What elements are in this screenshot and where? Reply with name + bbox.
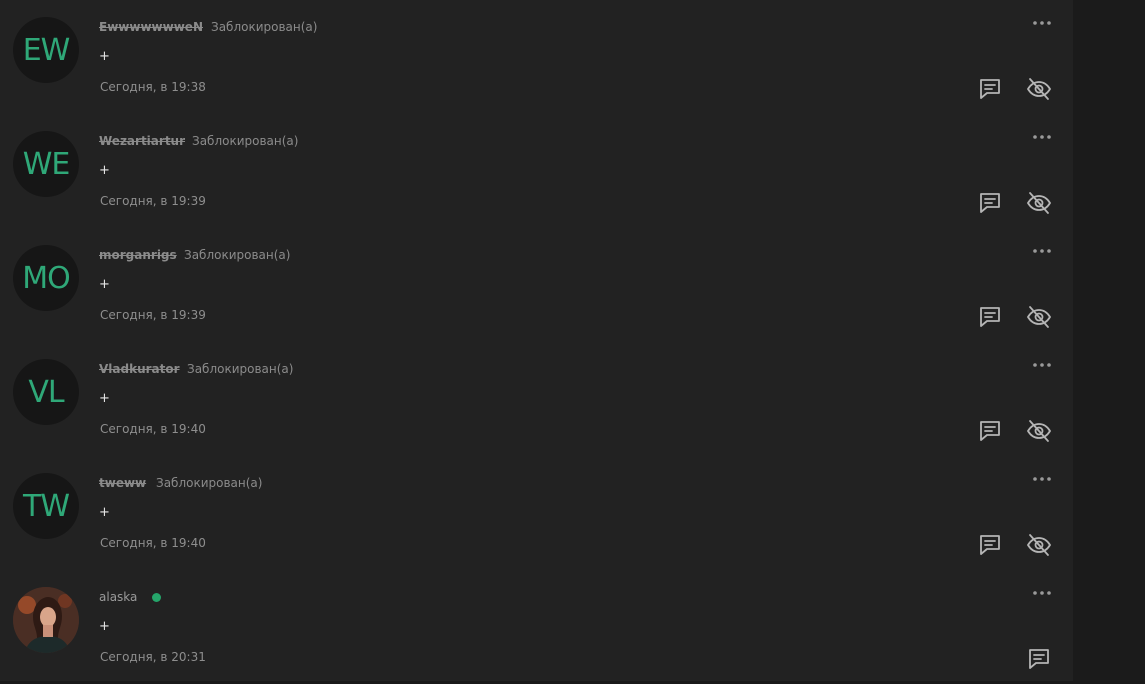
reply-comment-icon[interactable] — [977, 190, 1003, 216]
more-dots-icon[interactable] — [1030, 243, 1054, 259]
reply-comment-icon[interactable] — [977, 76, 1003, 102]
blocked-status: Заблокирован(а) — [156, 476, 263, 490]
blocked-status: Заблокирован(а) — [211, 20, 318, 34]
eye-off-icon[interactable] — [1026, 304, 1052, 330]
comment-text: + — [99, 505, 110, 520]
more-dots-icon[interactable] — [1030, 15, 1054, 31]
comment-text: + — [99, 49, 110, 64]
avatar[interactable]: WE — [13, 131, 79, 197]
comment-text: + — [99, 619, 110, 634]
author-name[interactable]: morganrigs — [99, 248, 177, 262]
comment-item: MO morganrigs Заблокирован(а) + Сегодня,… — [0, 228, 1073, 342]
comment-item: VL Vladkurator Заблокирован(а) + Сегодня… — [0, 342, 1073, 456]
eye-off-icon[interactable] — [1026, 532, 1052, 558]
author-name[interactable]: alaska — [99, 590, 137, 604]
comment-time[interactable]: Сегодня, в 20:31 — [100, 650, 206, 664]
avatar[interactable]: EW — [13, 17, 79, 83]
more-dots-icon[interactable] — [1030, 129, 1054, 145]
blocked-status: Заблокирован(а) — [192, 134, 299, 148]
avatar-initials: TW — [23, 488, 70, 524]
side-area — [1073, 0, 1145, 681]
comment-time[interactable]: Сегодня, в 19:39 — [100, 194, 206, 208]
comments-panel: EW EwwwwwwweN Заблокирован(а) + Сегодня,… — [0, 0, 1073, 681]
reply-comment-icon[interactable] — [977, 532, 1003, 558]
comment-item: alaska + Сегодня, в 20:31 — [0, 570, 1073, 684]
comment-item: EW EwwwwwwweN Заблокирован(а) + Сегодня,… — [0, 0, 1073, 114]
eye-off-icon[interactable] — [1026, 190, 1052, 216]
eye-off-icon[interactable] — [1026, 76, 1052, 102]
avatar[interactable]: VL — [13, 359, 79, 425]
more-dots-icon[interactable] — [1030, 357, 1054, 373]
more-dots-icon[interactable] — [1030, 585, 1054, 601]
comment-text: + — [99, 163, 110, 178]
blocked-status: Заблокирован(а) — [184, 248, 291, 262]
comment-time[interactable]: Сегодня, в 19:40 — [100, 536, 206, 550]
avatar-initials: WE — [22, 146, 71, 182]
comment-text: + — [99, 391, 110, 406]
avatar-initials: EW — [22, 32, 71, 68]
user-photo — [13, 587, 79, 653]
comment-item: WE Wezartiartur Заблокирован(а) + Сегодн… — [0, 114, 1073, 228]
reply-comment-icon[interactable] — [1026, 646, 1052, 672]
reply-comment-icon[interactable] — [977, 418, 1003, 444]
avatar-initials: MO — [22, 260, 70, 296]
comment-time[interactable]: Сегодня, в 19:40 — [100, 422, 206, 436]
more-dots-icon[interactable] — [1030, 471, 1054, 487]
eye-off-icon[interactable] — [1026, 418, 1052, 444]
online-status-dot — [152, 593, 161, 602]
comment-text: + — [99, 277, 110, 292]
author-name[interactable]: tweww — [99, 476, 146, 490]
author-name[interactable]: Vladkurator — [99, 362, 180, 376]
author-name[interactable]: EwwwwwwweN — [99, 20, 203, 34]
comment-time[interactable]: Сегодня, в 19:38 — [100, 80, 206, 94]
reply-comment-icon[interactable] — [977, 304, 1003, 330]
avatar[interactable]: TW — [13, 473, 79, 539]
author-name[interactable]: Wezartiartur — [99, 134, 185, 148]
avatar[interactable]: MO — [13, 245, 79, 311]
comment-item: TW tweww Заблокирован(а) + Сегодня, в 19… — [0, 456, 1073, 570]
comment-time[interactable]: Сегодня, в 19:39 — [100, 308, 206, 322]
blocked-status: Заблокирован(а) — [187, 362, 294, 376]
avatar-initials: VL — [28, 374, 64, 410]
avatar[interactable] — [13, 587, 79, 653]
